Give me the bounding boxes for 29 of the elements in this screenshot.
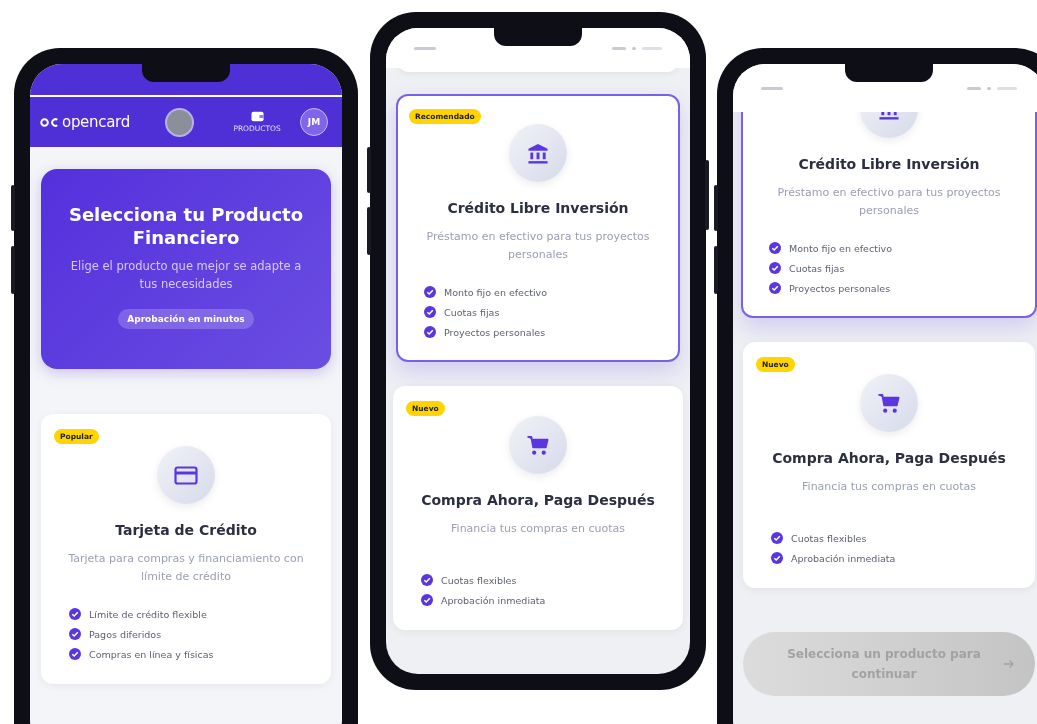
product-description: Préstamo en efectivo para tus proyectos personales: [776, 185, 1002, 219]
product-title: Compra Ahora, Paga Después: [772, 450, 1006, 466]
feature-text: Cuotas fijas: [789, 262, 845, 274]
feature-text: Aprobación inmediata: [791, 552, 896, 564]
product-description: Financia tus compras en cuotas: [801, 479, 977, 495]
hero-subtitle: Elige el producto que mejor se adapte a tus necesidades: [69, 258, 303, 293]
product-description: Préstamo en efectivo para tus proyectos personales: [425, 229, 651, 263]
product-card[interactable]: Crédito Libre Inversión Préstamo en efectivo para tus proyectos personales Monto fijo en efectivo Cuotas fijas Proyectos personales: [741, 112, 1037, 318]
feature-text: Monto fijo en efectivo: [444, 286, 547, 298]
logo-text: opencard: [62, 113, 130, 131]
feature-text: Límite de crédito flexible: [89, 608, 207, 620]
feature-text: Pagos diferidos: [89, 628, 162, 640]
feature-text: Aprobación inmediata: [441, 594, 546, 606]
feature-text: Monto fijo en efectivo: [789, 242, 892, 254]
feature-text: Proyectos personales: [789, 282, 891, 294]
user-avatar[interactable]: JM: [300, 108, 328, 136]
hero-title: Selecciona tu Producto Financiero: [67, 203, 305, 249]
feature-text: Cuotas flexibles: [791, 532, 867, 544]
product-title: Tarjeta de Crédito: [115, 522, 257, 538]
feature-text: Cuotas fijas: [444, 306, 500, 318]
product-title: Compra Ahora, Paga Después: [421, 492, 655, 508]
feature-text: Proyectos personales: [444, 326, 546, 338]
product-title: Crédito Libre Inversión: [447, 200, 629, 216]
product-title: Crédito Libre Inversión: [798, 156, 980, 172]
feature-text: Compras en línea y físicas: [89, 648, 214, 660]
approval-badge: Aprobación en minutos: [118, 309, 254, 329]
product-description: Financia tus compras en cuotas: [450, 521, 626, 537]
feature-text: Cuotas flexibles: [441, 574, 517, 586]
product-description: Tarjeta para compras y financiamiento con límite de crédito: [67, 551, 305, 585]
